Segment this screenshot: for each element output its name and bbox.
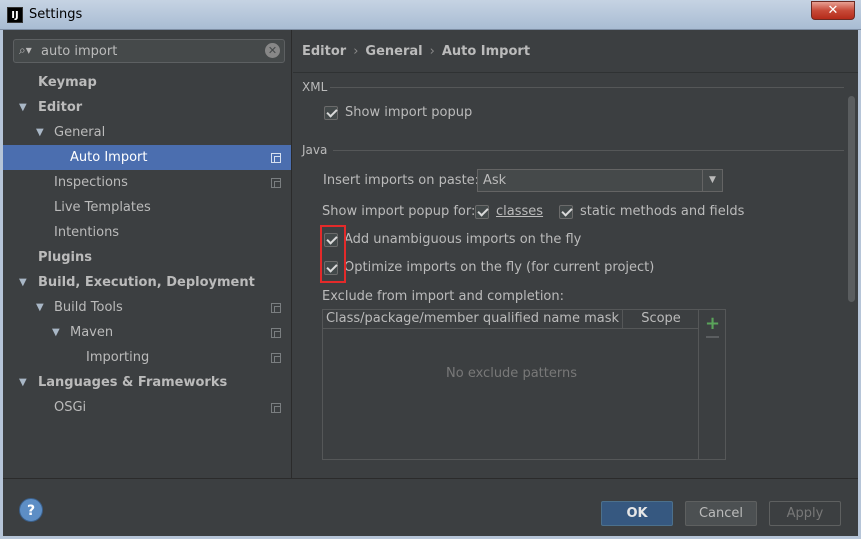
breadcrumb-separator: › [353, 44, 359, 59]
tree-item-live-templates[interactable]: Live Templates [3, 195, 291, 220]
tree-item-general[interactable]: ▼ General [3, 120, 291, 145]
column-header-scope[interactable]: Scope [623, 310, 699, 329]
tree-item-label: Intentions [54, 225, 120, 240]
static-methods-label: static methods and fields [580, 204, 745, 219]
tree-item-plugins[interactable]: Plugins [3, 245, 291, 270]
section-label-java: Java [302, 143, 328, 157]
tree-item-label: Auto Import [70, 150, 148, 165]
tree-item-maven[interactable]: ▼ Maven [3, 320, 291, 345]
tree-item-editor[interactable]: ▼ Editor [3, 95, 291, 120]
expand-arrow-icon[interactable]: ▼ [19, 95, 27, 120]
exclude-label: Exclude from import and completion: [322, 289, 564, 304]
tree-item-label: Languages & Frameworks [38, 375, 228, 390]
breadcrumb: Editor › General › Auto Import [302, 44, 530, 59]
static-methods-checkbox[interactable] [559, 205, 573, 219]
dialog-footer: ? OK Cancel Apply [3, 478, 858, 536]
cancel-button[interactable]: Cancel [685, 501, 757, 526]
section-label-xml: XML [302, 80, 328, 94]
show-popup-for-label: Show import popup for: [322, 204, 476, 219]
tree-item-label: Maven [70, 325, 114, 340]
classes-checkbox[interactable] [475, 205, 489, 219]
expand-arrow-icon[interactable]: ▼ [52, 320, 60, 345]
settings-sidebar: ⌕▾ ✕ Keymap ▼ Editor ▼ General Auto Impo… [3, 30, 292, 478]
vertical-scrollbar[interactable] [848, 96, 855, 302]
remove-icon[interactable] [706, 336, 719, 338]
add-icon[interactable]: + [705, 313, 720, 334]
tree-item-label: Build, Execution, Deployment [38, 275, 255, 290]
tree-item-label: Plugins [38, 250, 92, 265]
breadcrumb-item[interactable]: Editor [302, 44, 346, 59]
column-header-mask[interactable]: Class/package/member qualified name mask [323, 310, 623, 329]
insert-on-paste-select[interactable]: Ask ▼ [477, 169, 723, 192]
project-settings-icon [271, 403, 281, 413]
search-input[interactable] [41, 42, 261, 60]
tree-item-importing[interactable]: Importing [3, 345, 291, 370]
tree-item-build-execution-deployment[interactable]: ▼ Build, Execution, Deployment [3, 270, 291, 295]
window-title: Settings [29, 7, 83, 22]
project-settings-icon [271, 153, 281, 163]
tree-item-label: Build Tools [54, 300, 123, 315]
app-icon: IJ [7, 7, 23, 23]
tree-item-label: Inspections [54, 175, 128, 190]
tree-item-keymap[interactable]: Keymap [3, 70, 291, 95]
ok-button[interactable]: OK [601, 501, 673, 526]
help-button[interactable]: ? [19, 498, 43, 522]
highlight-box [320, 225, 346, 283]
project-settings-icon [271, 328, 281, 338]
empty-table-message: No exclude patterns [446, 366, 577, 381]
expand-arrow-icon[interactable]: ▼ [36, 120, 44, 145]
settings-content: Editor › General › Auto Import XML Show impo… [293, 30, 858, 478]
tree-item-label: Editor [38, 100, 83, 115]
tree-item-languages-frameworks[interactable]: ▼ Languages & Frameworks [3, 370, 291, 395]
tree-item-label: OSGi [54, 400, 87, 415]
breadcrumb-item: Auto Import [441, 44, 531, 59]
chevron-down-icon[interactable]: ▼ [702, 170, 722, 191]
insert-on-paste-label: Insert imports on paste: [323, 173, 480, 188]
tree-item-build-tools[interactable]: ▼ Build Tools [3, 295, 291, 320]
expand-arrow-icon[interactable]: ▼ [19, 270, 27, 295]
show-import-popup-xml-checkbox[interactable] [324, 106, 338, 120]
breadcrumb-item[interactable]: General [365, 44, 422, 59]
search-icon[interactable]: ⌕▾ [19, 43, 32, 58]
project-settings-icon [271, 353, 281, 363]
clear-search-icon[interactable]: ✕ [265, 43, 280, 58]
tree-item-inspections[interactable]: Inspections [3, 170, 291, 195]
tree-item-auto-import[interactable]: Auto Import [3, 145, 291, 170]
add-unambiguous-label: Add unambiguous imports on the fly [344, 232, 582, 247]
insert-on-paste-value: Ask [483, 173, 507, 188]
section-divider [333, 150, 844, 151]
search-box: ⌕▾ ✕ [13, 39, 285, 63]
tree-item-label: Live Templates [54, 200, 151, 215]
settings-tree: Keymap ▼ Editor ▼ General Auto Import In… [3, 70, 291, 420]
close-window-button[interactable]: ✕ [811, 1, 855, 20]
apply-button[interactable]: Apply [769, 501, 841, 526]
tree-item-label: General [54, 125, 106, 140]
section-divider [330, 87, 844, 88]
project-settings-icon [271, 178, 281, 188]
show-import-popup-xml-label: Show import popup [345, 105, 473, 120]
classes-label: classes [496, 204, 544, 219]
project-settings-icon [271, 303, 281, 313]
expand-arrow-icon[interactable]: ▼ [36, 295, 44, 320]
table-toolbar: + [699, 309, 726, 460]
expand-arrow-icon[interactable]: ▼ [19, 370, 27, 395]
exclude-table: Class/package/member qualified name mask… [322, 309, 699, 460]
breadcrumb-separator: › [429, 44, 435, 59]
title-bar: IJ Settings ✕ [0, 0, 861, 30]
tree-item-label: Keymap [38, 75, 97, 90]
divider [293, 72, 858, 73]
tree-item-intentions[interactable]: Intentions [3, 220, 291, 245]
optimize-imports-label: Optimize imports on the fly (for current… [344, 260, 655, 275]
tree-item-label: Importing [86, 350, 150, 365]
tree-item-osgi[interactable]: OSGi [3, 395, 291, 420]
